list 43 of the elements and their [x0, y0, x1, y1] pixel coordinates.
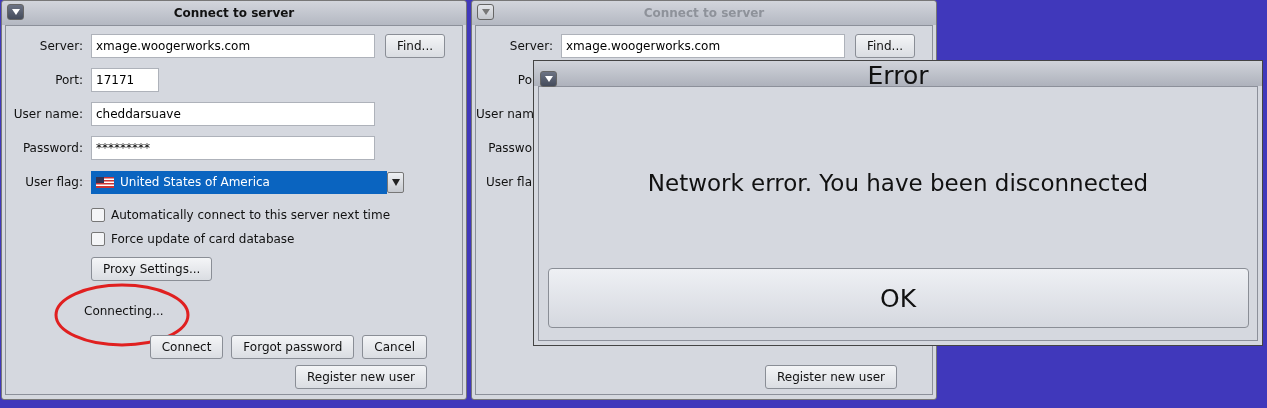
ok-button[interactable]: OK [547, 268, 1249, 328]
field-label: Port: [54, 73, 83, 87]
find-button[interactable]: Find... [855, 34, 916, 58]
flag-dropdown[interactable]: United States of America [91, 170, 387, 194]
window-menu-button[interactable] [540, 71, 557, 87]
status-text: Connecting... [84, 304, 164, 318]
field-label: Password: [21, 141, 83, 155]
input-field[interactable]: xmage.woogerworks.com [91, 34, 375, 58]
error-message: Network error. You have been disconnected [647, 170, 1149, 196]
window-title: Connect to server [173, 6, 295, 20]
find-button[interactable]: Find... [385, 34, 446, 58]
input-field[interactable]: ********* [91, 136, 375, 160]
checkbox-label: Automatically connect to this server next time [111, 208, 390, 222]
field-label: User fla [484, 175, 532, 189]
register-button[interactable]: Register new user [295, 365, 427, 389]
checkbox[interactable] [91, 208, 105, 222]
input-field[interactable]: cheddarsuave [91, 102, 375, 126]
field-label: Passwo [487, 141, 532, 155]
window-title: Connect to server [643, 6, 765, 20]
checkbox[interactable] [91, 232, 105, 246]
caret-icon [544, 76, 553, 82]
checkbox-label: Force update of card database [111, 232, 295, 246]
dropdown-button[interactable] [387, 171, 404, 193]
field-label: Server: [508, 39, 553, 53]
caret-icon [391, 178, 400, 186]
field-label: User nam [476, 107, 532, 121]
flag-icon [96, 176, 114, 188]
window-menu-button[interactable] [7, 4, 24, 20]
field-label: User name: [12, 107, 83, 121]
window-menu-button[interactable] [477, 4, 494, 20]
register-button[interactable]: Register new user [765, 365, 897, 389]
proxy-settings-button[interactable]: Proxy Settings... [91, 257, 213, 281]
caret-icon [481, 9, 490, 15]
action-button[interactable]: Cancel [362, 335, 427, 359]
input-field[interactable]: xmage.woogerworks.com [561, 34, 845, 58]
input-field[interactable]: 17171 [91, 68, 159, 92]
field-label: Server: [38, 39, 83, 53]
action-button[interactable]: Connect [149, 335, 224, 359]
dialog-title: Error [867, 63, 929, 88]
caret-icon [11, 9, 20, 15]
field-label: Po [516, 73, 532, 87]
field-label: User flag: [24, 175, 83, 189]
action-button[interactable]: Forgot password [231, 335, 355, 359]
